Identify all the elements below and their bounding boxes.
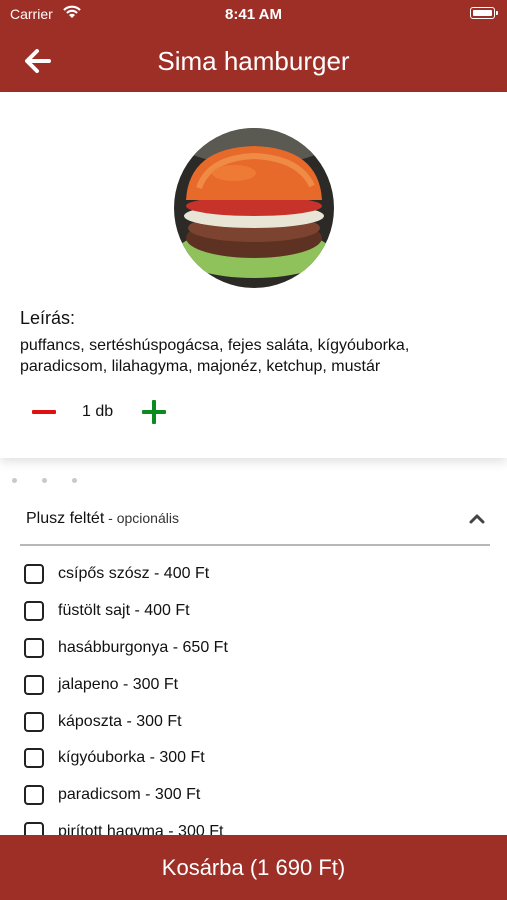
extras-options-list: csípős szósz - 400 Ft füstölt sajt - 400… [24, 556, 484, 850]
option-label: jalapeno - 300 Ft [58, 675, 179, 693]
extras-title: Plusz feltét - opcionális [26, 510, 179, 528]
checkbox[interactable] [24, 674, 44, 695]
extras-subtitle: - opcionális [104, 510, 179, 526]
extra-option-smoked-cheese[interactable]: füstölt sajt - 400 Ft [24, 593, 484, 630]
option-label: paradicsom - 300 Ft [58, 786, 201, 804]
extras-section-header[interactable]: Plusz feltét - opcionális [20, 500, 490, 546]
description-label: Leírás: [20, 308, 76, 328]
extra-option-cucumber[interactable]: kígyóuborka - 300 Ft [24, 740, 484, 777]
extra-option-chili-sauce[interactable]: csípős szósz - 400 Ft [24, 556, 484, 593]
checkbox[interactable] [24, 564, 44, 585]
checkbox[interactable] [24, 637, 44, 658]
status-time: 8:41 AM [225, 6, 282, 23]
description-text: puffancs, sertéshúspogácsa, fejes saláta… [20, 337, 410, 375]
decrease-quantity-button[interactable] [30, 398, 58, 426]
checkbox[interactable] [24, 711, 44, 732]
product-card: Leírás: puffancs, sertéshúspogácsa, feje… [0, 92, 507, 458]
extra-option-jalapeno[interactable]: jalapeno - 300 Ft [24, 666, 484, 703]
option-label: füstölt sajt - 400 Ft [58, 602, 190, 620]
option-label: kígyóuborka - 300 Ft [58, 749, 205, 767]
option-label: káposzta - 300 Ft [58, 712, 182, 730]
quantity-value: 1 db [82, 403, 114, 420]
app-header: Carrier 8:41 AM Sima hamburger [0, 0, 507, 92]
increase-quantity-button[interactable] [140, 398, 168, 426]
extra-option-tomato[interactable]: paradicsom - 300 Ft [24, 777, 484, 814]
status-bar: Carrier 8:41 AM [0, 0, 507, 28]
checkbox[interactable] [24, 748, 44, 769]
extras-title-text: Plusz feltét [26, 510, 105, 527]
page-title: Sima hamburger [157, 46, 350, 76]
extra-option-cabbage[interactable]: káposzta - 300 Ft [24, 703, 484, 740]
option-label: hasábburgonya - 650 Ft [58, 638, 228, 656]
burger-photo [174, 128, 334, 288]
option-label: csípős szósz - 400 Ft [58, 565, 210, 583]
checkbox[interactable] [24, 601, 44, 622]
section-divider [0, 470, 507, 490]
extra-option-fries[interactable]: hasábburgonya - 650 Ft [24, 630, 484, 667]
battery-icon [470, 7, 498, 19]
checkbox[interactable] [24, 785, 44, 806]
add-to-cart-button[interactable]: Kosárba (1 690 Ft) [0, 835, 507, 900]
chevron-up-icon[interactable] [468, 510, 486, 528]
